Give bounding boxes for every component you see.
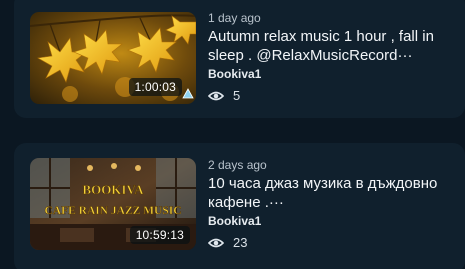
upload-date: 1 day ago	[208, 11, 261, 25]
video-meta: 1 day ago Autumn relax music 1 hour , fa…	[208, 11, 461, 103]
video-duration: 10:59:13	[129, 226, 190, 244]
thumbnail-title-line2: CAFE RAIN JAZZ MUSIC	[44, 205, 181, 217]
triangle-badge-icon	[182, 88, 194, 99]
video-title[interactable]: 10 часа джаз музика в дъждовно кафене .·…	[208, 174, 461, 212]
thumbnail-title-line1: BOOKIVA	[82, 182, 144, 197]
video-card[interactable]: 1:00:03 1 day ago Autumn relax music 1 h…	[14, 0, 465, 118]
video-feed: 1:00:03 1 day ago Autumn relax music 1 h…	[0, 0, 465, 269]
channel-name[interactable]: Bookiva1	[208, 67, 461, 81]
video-thumbnail[interactable]: BOOKIVA CAFE RAIN JAZZ MUSIC 10:59:13	[30, 158, 196, 250]
view-count: 5	[208, 88, 461, 103]
eye-icon	[208, 91, 224, 100]
eye-icon	[208, 238, 224, 247]
video-card[interactable]: BOOKIVA CAFE RAIN JAZZ MUSIC 10:59:13 2 …	[14, 143, 465, 269]
video-thumbnail[interactable]: 1:00:03	[30, 12, 196, 104]
view-count: 23	[208, 235, 461, 250]
video-meta: 2 days ago 10 часа джаз музика в дъждовн…	[208, 158, 461, 250]
channel-name[interactable]: Bookiva1	[208, 214, 461, 228]
video-title[interactable]: Autumn relax music 1 hour , fall in slee…	[208, 27, 461, 65]
video-duration: 1:00:03	[128, 78, 182, 96]
view-count-value: 5	[233, 88, 241, 103]
upload-date: 2 days ago	[208, 158, 267, 172]
view-count-value: 23	[233, 235, 248, 250]
